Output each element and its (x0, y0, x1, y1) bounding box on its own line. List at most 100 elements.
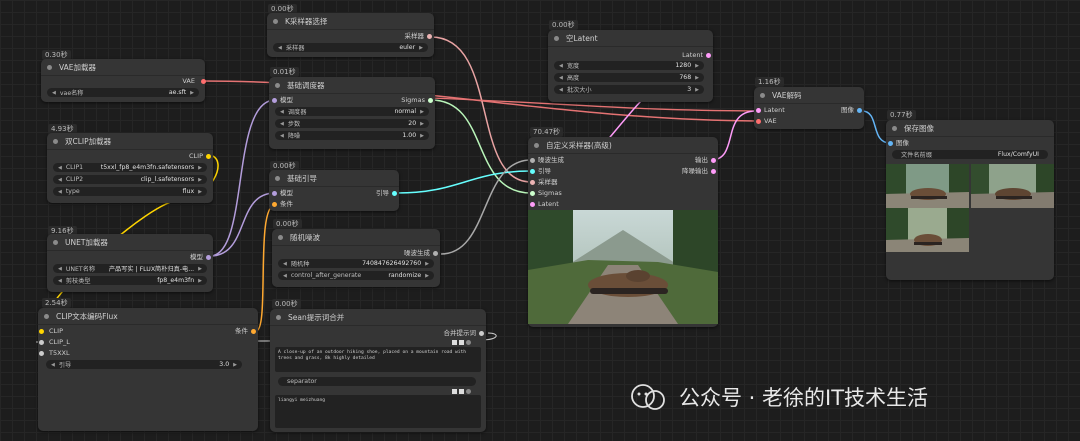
noise-seed-input[interactable]: ◀ 随机种 740847626492760 ▶ (278, 259, 434, 268)
output-socket-icon[interactable] (251, 329, 256, 334)
input-socket-icon[interactable] (756, 119, 761, 124)
node-ksampler-select[interactable]: K采样器选择 采样器 ◀ 采样器 euler ▶ (267, 13, 434, 57)
denoise-input[interactable]: ◀ 降噪 1.00 ▶ (275, 131, 429, 140)
input-socket-icon[interactable] (272, 202, 277, 207)
output-label: 输出 (695, 156, 708, 164)
output-socket-icon[interactable] (711, 169, 716, 174)
wechat-logo-icon (627, 382, 671, 412)
collapse-dot-icon[interactable] (273, 18, 278, 24)
filename-prefix-input[interactable]: 文件名前缀 Flux/ComfyUI (892, 150, 1048, 159)
vae-name-combo[interactable]: ◀ vae名称 ae.sft ▶ (47, 88, 199, 97)
prompt-text-1[interactable]: A close-up of an outdoor hiking shoe, pl… (275, 347, 481, 372)
node-title: 基础引导 (287, 173, 317, 183)
node-custom-sampler[interactable]: 自定义采样器(高级) 噪波生成 引导 采样器 Sigmas Latent 输出 … (528, 137, 718, 327)
output-label: CLIP (189, 152, 203, 160)
prompt-text-2[interactable]: liangyi meizhuang (275, 395, 481, 428)
output-label: Sigmas (401, 96, 425, 104)
watermark-text: 公众号 · 老徐的IT技术生活 (679, 386, 929, 410)
node-title: 自定义采样器(高级) (546, 140, 612, 150)
output-label: Latent (682, 51, 703, 59)
control-after-generate-combo[interactable]: ◀ control_after_generate randomize ▶ (278, 271, 434, 280)
output-label: VAE (182, 77, 195, 85)
input-label: 模型 (280, 96, 293, 104)
node-time: 1.16秒 (755, 77, 784, 87)
input-label: 模型 (280, 189, 293, 197)
height-input[interactable]: ◀ 高度 768 ▶ (554, 73, 704, 82)
node-basic-guider[interactable]: 基础引导 模型 条件 引导 (269, 170, 399, 211)
node-empty-latent[interactable]: 空Latent Latent ◀ 宽度 1280 ▶ ◀ 高度 768 ▶ ◀ 批次大小 3 ▶ (548, 30, 713, 102)
node-title: 基础调度器 (287, 80, 325, 90)
input-label: 引导 (538, 167, 551, 175)
weight-dtype-combo[interactable]: ◀ 剪枝类型 fp8_e4m3fn ▶ (53, 276, 207, 285)
input-socket-icon[interactable] (530, 158, 535, 163)
input-socket-icon[interactable] (530, 202, 535, 207)
input-label: T5XXL (49, 349, 70, 357)
node-unet-loader[interactable]: UNET加载器 模型 ◀ UNET名称 产品写实 | FLUX简朴归真-电... ▶ … (47, 234, 213, 292)
input-socket-icon[interactable] (272, 191, 277, 196)
input-label: CLIP (49, 327, 63, 335)
width-input[interactable]: ◀ 宽度 1280 ▶ (554, 61, 704, 70)
clip1-combo[interactable]: ◀ CLIP1 t5xxl_fp8_e4m3fn.safetensors ▶ (53, 163, 207, 172)
input-socket-icon[interactable] (39, 340, 44, 345)
batch-size-input[interactable]: ◀ 批次大小 3 ▶ (554, 85, 704, 94)
type-combo[interactable]: ◀ type flux ▶ (53, 187, 207, 196)
sampler-combo[interactable]: ◀ 采样器 euler ▶ (273, 43, 428, 52)
steps-input[interactable]: ◀ 步数 20 ▶ (275, 119, 429, 128)
textarea-controls[interactable] (452, 389, 471, 394)
input-label: 条件 (280, 200, 293, 208)
output-socket-icon[interactable] (206, 255, 211, 260)
node-save-image[interactable]: 保存图像 图像 文件名前缀 Flux/ComfyUI (886, 120, 1054, 280)
node-vae-loader[interactable]: VAE加载器 VAE ◀ vae名称 ae.sft ▶ (41, 59, 206, 102)
node-time: 2.54秒 (42, 298, 71, 308)
node-vae-decode[interactable]: VAE解码 Latent VAE 图像 (754, 87, 864, 129)
input-socket-icon[interactable] (888, 141, 893, 146)
node-title: VAE解码 (772, 90, 802, 100)
output-label: 图像 (841, 106, 854, 114)
node-title: K采样器选择 (285, 16, 328, 26)
node-title: VAE加载器 (59, 62, 97, 72)
link-icon (466, 340, 471, 345)
input-socket-icon[interactable] (39, 329, 44, 334)
unet-name-combo[interactable]: ◀ UNET名称 产品写实 | FLUX简朴归真-电... ▶ (53, 264, 207, 273)
node-basic-scheduler[interactable]: 基础调度器 模型 Sigmas ◀ 调度器 normal ▶ ◀ 步数 20 ▶ ◀ 降噪 1.… (269, 77, 435, 149)
output-label: 条件 (235, 327, 248, 335)
input-socket-icon[interactable] (756, 108, 761, 113)
input-label: Latent (764, 106, 785, 114)
output-socket-icon[interactable] (706, 53, 711, 58)
node-title: 双CLIP加载器 (65, 136, 112, 146)
textarea-controls[interactable] (452, 340, 471, 345)
input-socket-icon[interactable] (530, 169, 535, 174)
output-socket-icon[interactable] (201, 79, 206, 84)
node-time: 0.01秒 (270, 67, 299, 77)
guidance-input[interactable]: ◀ 引导 3.0 ▶ (46, 360, 242, 369)
output-socket-icon[interactable] (479, 331, 484, 336)
node-prompt-concat[interactable]: Sean提示词合并 合并提示词 A close-up of an outdoor… (270, 309, 486, 432)
input-label: Latent (538, 200, 559, 208)
output-socket-icon[interactable] (711, 158, 716, 163)
input-socket-icon[interactable] (39, 351, 44, 356)
node-title: 随机噪波 (290, 232, 320, 242)
node-time: 0.00秒 (273, 219, 302, 229)
output-socket-icon[interactable] (433, 251, 438, 256)
separator-input[interactable]: separator (278, 377, 476, 386)
output-socket-icon[interactable] (392, 191, 397, 196)
output-socket-icon[interactable] (427, 34, 432, 39)
input-socket-icon[interactable] (272, 98, 277, 103)
input-label: 图像 (896, 139, 909, 147)
node-time: 0.00秒 (549, 20, 578, 30)
copy-icon (452, 340, 457, 345)
output-images-grid[interactable] (886, 164, 1054, 252)
node-time: 70.47秒 (530, 127, 564, 137)
output-socket-icon[interactable] (428, 98, 433, 103)
node-clip-text-encode-flux[interactable]: CLIP文本编码Flux CLIP CLIP_L T5XXL 条件 ◀ 引导 3.0… (38, 308, 258, 431)
input-label: Sigmas (538, 189, 562, 197)
input-socket-icon[interactable] (530, 180, 535, 185)
node-random-noise[interactable]: 随机噪波 噪波生成 ◀ 随机种 740847626492760 ▶ ◀ control_… (272, 229, 440, 287)
output-socket-icon[interactable] (857, 108, 862, 113)
scheduler-combo[interactable]: ◀ 调度器 normal ▶ (275, 107, 429, 116)
node-title: Sean提示词合并 (288, 312, 345, 322)
input-socket-icon[interactable] (530, 191, 535, 196)
node-dual-clip-loader[interactable]: 双CLIP加载器 CLIP ◀ CLIP1 t5xxl_fp8_e4m3fn.saf… (47, 133, 213, 203)
output-socket-icon[interactable] (206, 154, 211, 159)
clip2-combo[interactable]: ◀ CLIP2 clip_l.safetensors ▶ (53, 175, 207, 184)
